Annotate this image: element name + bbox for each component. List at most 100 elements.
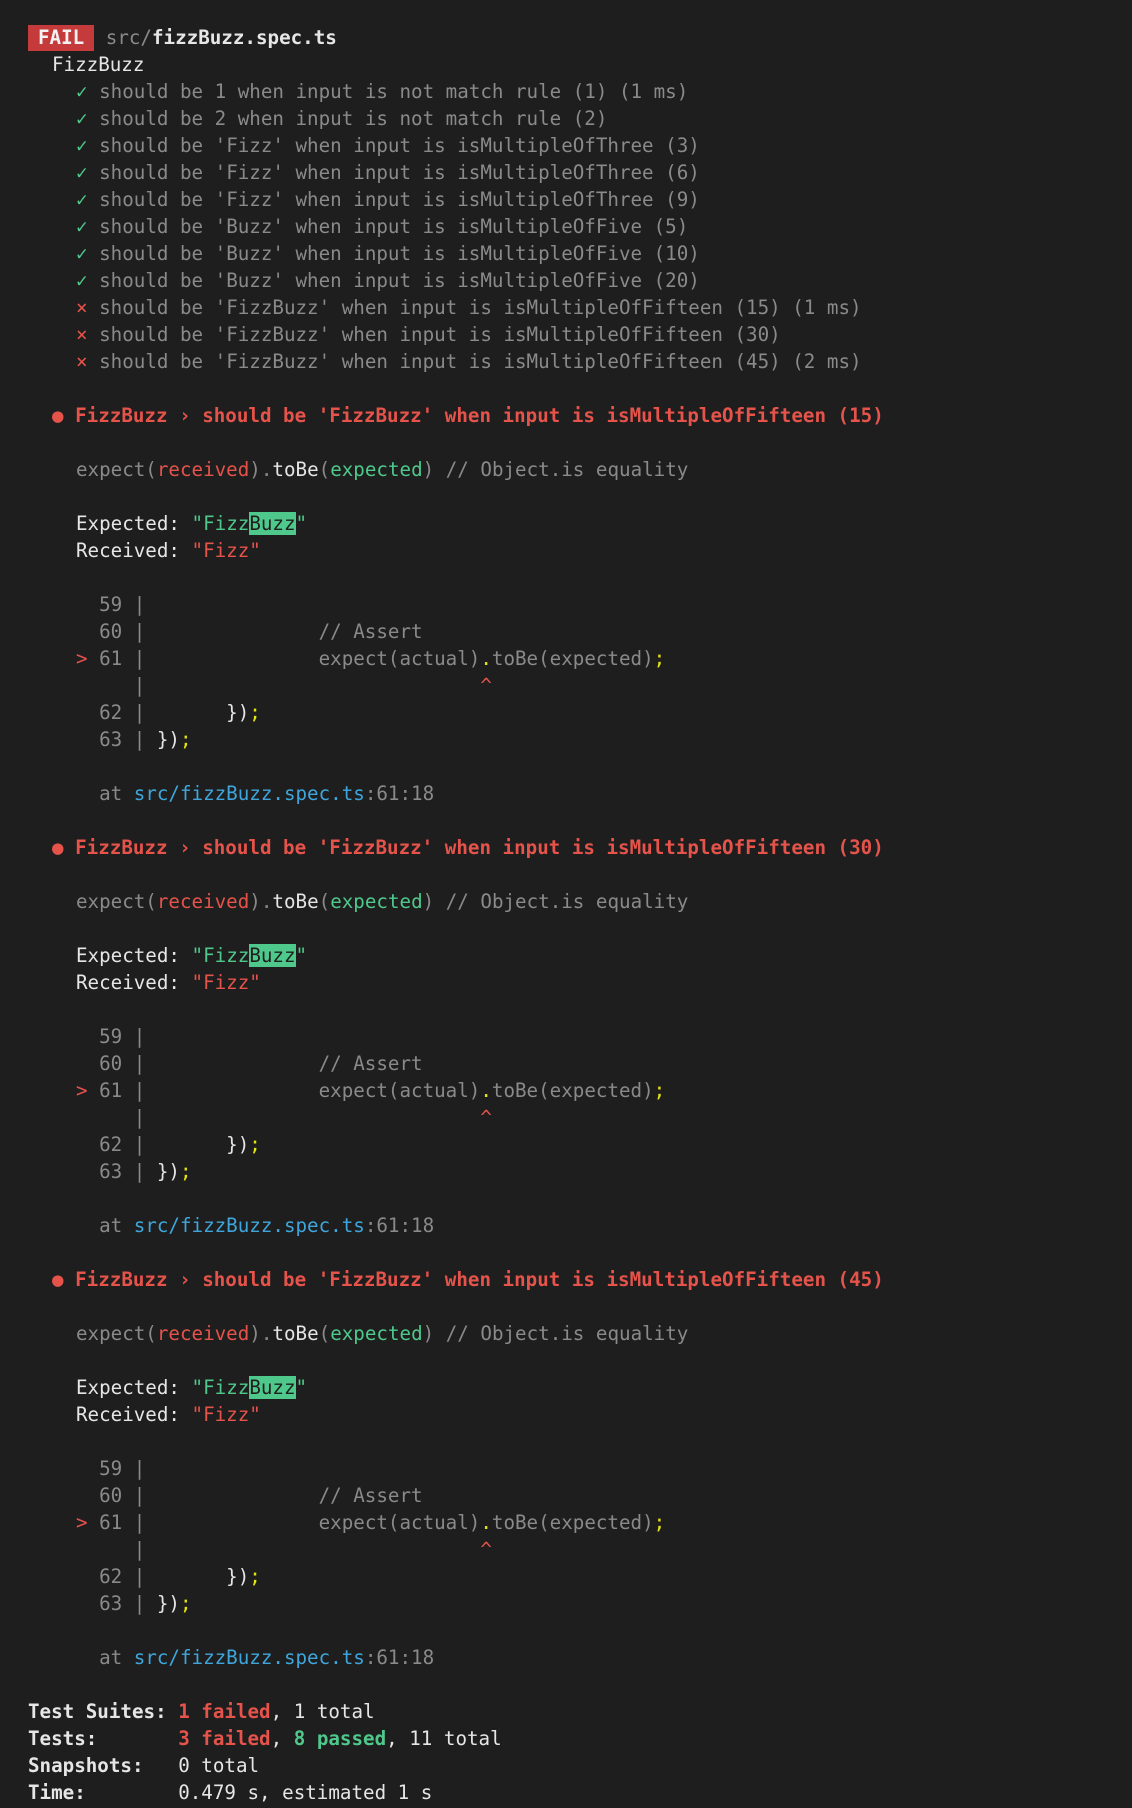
check-icon: ✓ [76,107,88,130]
error-marker-icon: > [76,1079,100,1102]
test-list: ✓ should be 1 when input is not match ru… [28,78,1132,375]
caret-icon: ^ [145,1106,492,1129]
code-punct: ; [249,701,261,724]
test-result-row: ✓ should be 'Buzz' when input is isMulti… [28,213,1132,240]
matcher-expected: expected [330,1322,423,1345]
error-marker-icon: > [76,1511,100,1534]
test-title: should be 'FizzBuzz' when input is isMul… [99,296,862,319]
check-icon: ✓ [76,80,88,103]
stack-position: :61:18 [364,1646,435,1669]
caret-line: | ^ [28,1536,1132,1563]
matcher-comment: // Object.is equality [434,1322,689,1345]
code-punct: ; [179,1160,192,1183]
matcher-part: ) [249,1322,261,1345]
code-punct: ; [653,1079,666,1102]
failure-title-text: FizzBuzz › should be 'FizzBuzz' when inp… [75,404,884,427]
code-line: 63 | }); [28,1158,1132,1185]
received-line: Received: "Fizz" [28,537,1132,564]
code-line-error: > 61 | expect(actual).toBe(expected); [28,1509,1132,1536]
stack-location: at src/fizzBuzz.spec.ts:61:18 [28,1644,1132,1671]
summary-suites-failed: 1 failed [178,1700,271,1723]
code-line: 62 | }); [28,1131,1132,1158]
matcher-part: ) [422,1322,435,1345]
expected-line: Expected: "FizzBuzz" [76,512,308,535]
code-line-number: 60 | [76,1484,146,1507]
code-line-error: > 61 | expect(actual).toBe(expected); [28,1077,1132,1104]
test-title: should be 'Buzz' when input is isMultipl… [99,242,700,265]
summary-tests-failed: 3 failed [178,1727,271,1750]
test-title: should be 'FizzBuzz' when input is isMul… [99,323,781,346]
code-punct: ; [179,728,192,751]
expected-label: Expected: [76,512,192,535]
code-line: 59 | [28,1455,1132,1482]
code-punct: ; [249,1133,261,1156]
test-title: should be 'FizzBuzz' when input is isMul… [99,350,862,373]
stack-location: at src/fizzBuzz.spec.ts:61:18 [28,1212,1132,1239]
code-punct: . [480,1079,492,1102]
matcher-expected: expected [330,458,423,481]
fail-badge: FAIL [28,25,95,51]
stack-file-link[interactable]: src/fizzBuzz.spec.ts [134,1214,365,1237]
summary-suites: Test Suites: 1 failed, 1 total [28,1698,1132,1725]
code-text: // Assert [145,620,423,643]
matcher-received: received [156,458,250,481]
cross-icon: × [76,350,88,373]
stack-at: at [76,1214,134,1237]
matcher-part: ) [422,890,435,913]
summary-suites-total: , 1 total [270,1700,375,1723]
check-icon: ✓ [76,215,88,238]
code-text: }) [145,701,250,724]
expected-label: Expected: [76,944,192,967]
failure-block: ● FizzBuzz › should be 'FizzBuzz' when i… [28,834,1132,1266]
code-gutter: | [76,674,146,697]
caret-line: | ^ [28,672,1132,699]
code-line-number: 62 | [76,1133,146,1156]
failure-title: ● FizzBuzz › should be 'FizzBuzz' when i… [28,834,1132,861]
failure-title-text: FizzBuzz › should be 'FizzBuzz' when inp… [75,836,884,859]
summary-time-value: 0.479 s, estimated 1 s [178,1781,433,1804]
summary-time-label: Time: [28,1781,179,1804]
code-line-number: 62 | [76,1565,146,1588]
matcher-part: . [260,1322,273,1345]
received-label: Received: [76,971,192,994]
check-icon: ✓ [76,242,88,265]
code-line-number: 61 | [99,1079,146,1102]
check-icon: ✓ [76,134,88,157]
matcher-part: ( [318,1322,331,1345]
expected-diff-highlight: Buzz [249,512,296,535]
received-label: Received: [76,1403,192,1426]
code-text: // Assert [145,1052,423,1075]
summary: Test Suites: 1 failed, 1 total Tests: 3 … [28,1698,1132,1806]
matcher-method: toBe [272,458,319,481]
expected-value: Fizz [203,944,250,967]
bullet-icon: ● [52,404,64,427]
code-text: toBe(expected) [491,1079,654,1102]
test-result-row: ✓ should be 2 when input is not match ru… [28,105,1132,132]
matcher-part: . [260,890,273,913]
check-icon: ✓ [76,188,88,211]
code-text: toBe(expected) [491,1511,654,1534]
test-result-row: × should be 'FizzBuzz' when input is isM… [28,321,1132,348]
code-punct: . [480,1511,492,1534]
code-line-number: 61 | [99,1511,146,1534]
code-punct: ; [249,1565,261,1588]
bullet-icon: ● [52,836,64,859]
code-punct: ; [653,1511,666,1534]
failure-title-text: FizzBuzz › should be 'FizzBuzz' when inp… [75,1268,884,1291]
code-line-number: 62 | [76,701,146,724]
received-label: Received: [76,539,192,562]
matcher-comment: // Object.is equality [434,890,689,913]
matcher-part: . [260,458,273,481]
stack-file-link[interactable]: src/fizzBuzz.spec.ts [134,782,365,805]
expected-value: Fizz [203,1376,250,1399]
code-line: 60 | // Assert [28,618,1132,645]
matcher-method: toBe [272,1322,319,1345]
test-title: should be 'Fizz' when input is isMultipl… [99,161,700,184]
stack-file-link[interactable]: src/fizzBuzz.spec.ts [134,1646,365,1669]
failure-title: ● FizzBuzz › should be 'FizzBuzz' when i… [28,402,1132,429]
matcher-part: expect( [76,1322,157,1345]
suite-name: FizzBuzz [52,53,145,76]
code-text: }) [145,1160,180,1183]
matcher-part: ) [249,458,261,481]
summary-suites-label: Test Suites: [28,1700,179,1723]
